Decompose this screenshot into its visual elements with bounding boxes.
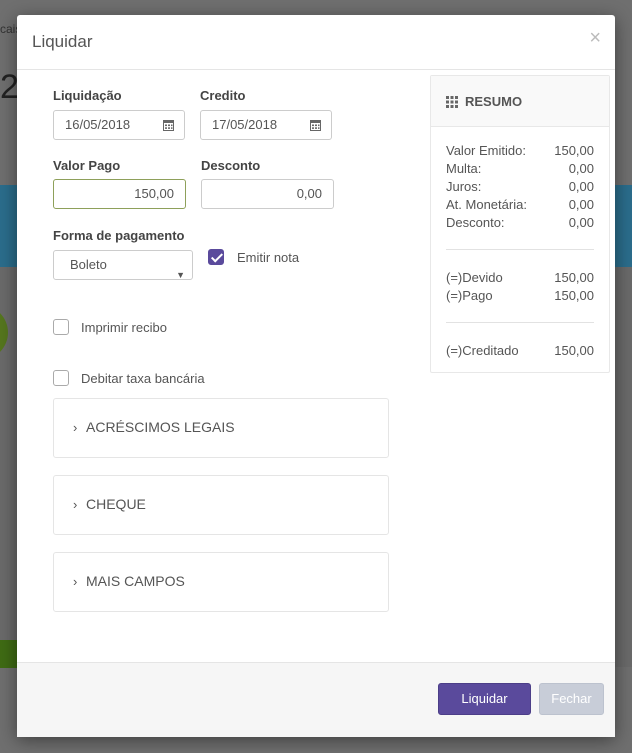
liquidacao-label: Liquidação <box>53 88 122 103</box>
valor-pago-label: Valor Pago <box>53 158 121 173</box>
forma-pagamento-label: Forma de pagamento <box>53 228 185 243</box>
fechar-button[interactable]: Fechar <box>539 683 604 715</box>
credito-date-value: 17/05/2018 <box>212 117 278 132</box>
resumo-row-value: 0,00 <box>568 179 594 194</box>
liquidar-button[interactable]: Liquidar <box>438 683 531 715</box>
resumo-row: Desconto: 0,00 <box>446 215 594 233</box>
chevron-right-icon: › <box>73 420 78 435</box>
resumo-header: RESUMO <box>431 76 609 127</box>
panel-acrescimos-legais[interactable]: › ACRÉSCIMOS LEGAIS <box>53 398 389 458</box>
modal-title: Liquidar <box>32 32 93 51</box>
credito-label: Credito <box>200 88 246 103</box>
resumo-row-label: Multa: <box>446 161 482 176</box>
resumo-total-label: (=)Pago <box>446 288 493 303</box>
chevron-right-icon: › <box>73 574 78 589</box>
liquidacao-date-input[interactable]: 16/05/2018 <box>53 110 185 140</box>
panel-title: ACRÉSCIMOS LEGAIS <box>86 419 235 435</box>
credito-date-input[interactable]: 17/05/2018 <box>200 110 332 140</box>
desconto-label: Desconto <box>201 158 261 173</box>
modal-footer: Liquidar Fechar <box>17 662 615 737</box>
resumo-row-label: Juros: <box>446 179 482 194</box>
debitar-taxa-label: Debitar taxa bancária <box>81 371 205 386</box>
resumo-row: Juros: 0,00 <box>446 179 594 197</box>
resumo-total-value: 150,00 <box>554 288 594 303</box>
panel-cheque[interactable]: › CHEQUE <box>53 475 389 535</box>
emitir-nota-checkbox[interactable] <box>208 249 224 265</box>
resumo-total-row: (=)Devido 150,00 <box>446 270 594 288</box>
debitar-taxa-checkbox[interactable] <box>53 370 69 386</box>
emitir-nota-label: Emitir nota <box>237 250 300 265</box>
resumo-row-value: 0,00 <box>568 161 594 176</box>
liquidacao-date-value: 16/05/2018 <box>65 117 131 132</box>
resumo-final-label: (=)Creditado <box>446 343 519 358</box>
resumo-row-label: Desconto: <box>446 215 505 230</box>
chevron-down-icon: ▼ <box>176 270 185 280</box>
modal-header: Liquidar × <box>17 15 615 70</box>
resumo-row-value: 0,00 <box>568 197 594 212</box>
liquidar-modal: Liquidar × Liquidação 16/05/2018 Credito… <box>17 15 615 737</box>
grid-icon <box>446 96 458 108</box>
backdrop-green-bar <box>0 640 18 668</box>
resumo-row-value: 150,00 <box>554 143 594 158</box>
resumo-row: Valor Emitido: 150,00 <box>446 143 594 161</box>
resumo-row: At. Monetária: 0,00 <box>446 197 594 215</box>
resumo-total-value: 150,00 <box>554 270 594 285</box>
close-icon[interactable]: × <box>589 27 601 50</box>
divider <box>446 322 594 323</box>
resumo-total-label: (=)Devido <box>446 270 503 285</box>
resumo-title: RESUMO <box>465 94 523 109</box>
resumo-row-label: Valor Emitido: <box>446 143 526 158</box>
resumo-panel: RESUMO Valor Emitido: 150,00 Multa: 0,00… <box>430 75 610 373</box>
calendar-icon[interactable] <box>163 119 174 131</box>
imprimir-recibo-label: Imprimir recibo <box>81 320 167 335</box>
forma-pagamento-value: Boleto <box>70 257 107 272</box>
desconto-input[interactable]: 0,00 <box>201 179 334 209</box>
resumo-total-row: (=)Pago 150,00 <box>446 288 594 306</box>
resumo-final-value: 150,00 <box>554 343 594 358</box>
panel-title: CHEQUE <box>86 496 146 512</box>
resumo-row-label: At. Monetária: <box>446 197 527 212</box>
panel-mais-campos[interactable]: › MAIS CAMPOS <box>53 552 389 612</box>
chevron-right-icon: › <box>73 497 78 512</box>
resumo-row: Multa: 0,00 <box>446 161 594 179</box>
resumo-row-value: 0,00 <box>568 215 594 230</box>
valor-pago-input[interactable]: 150,00 <box>53 179 186 209</box>
divider <box>446 249 594 250</box>
calendar-icon[interactable] <box>310 119 321 131</box>
forma-pagamento-select[interactable]: Boleto ▼ <box>53 250 193 280</box>
resumo-final-row: (=)Creditado 150,00 <box>446 343 594 361</box>
panel-title: MAIS CAMPOS <box>86 573 185 589</box>
imprimir-recibo-checkbox[interactable] <box>53 319 69 335</box>
